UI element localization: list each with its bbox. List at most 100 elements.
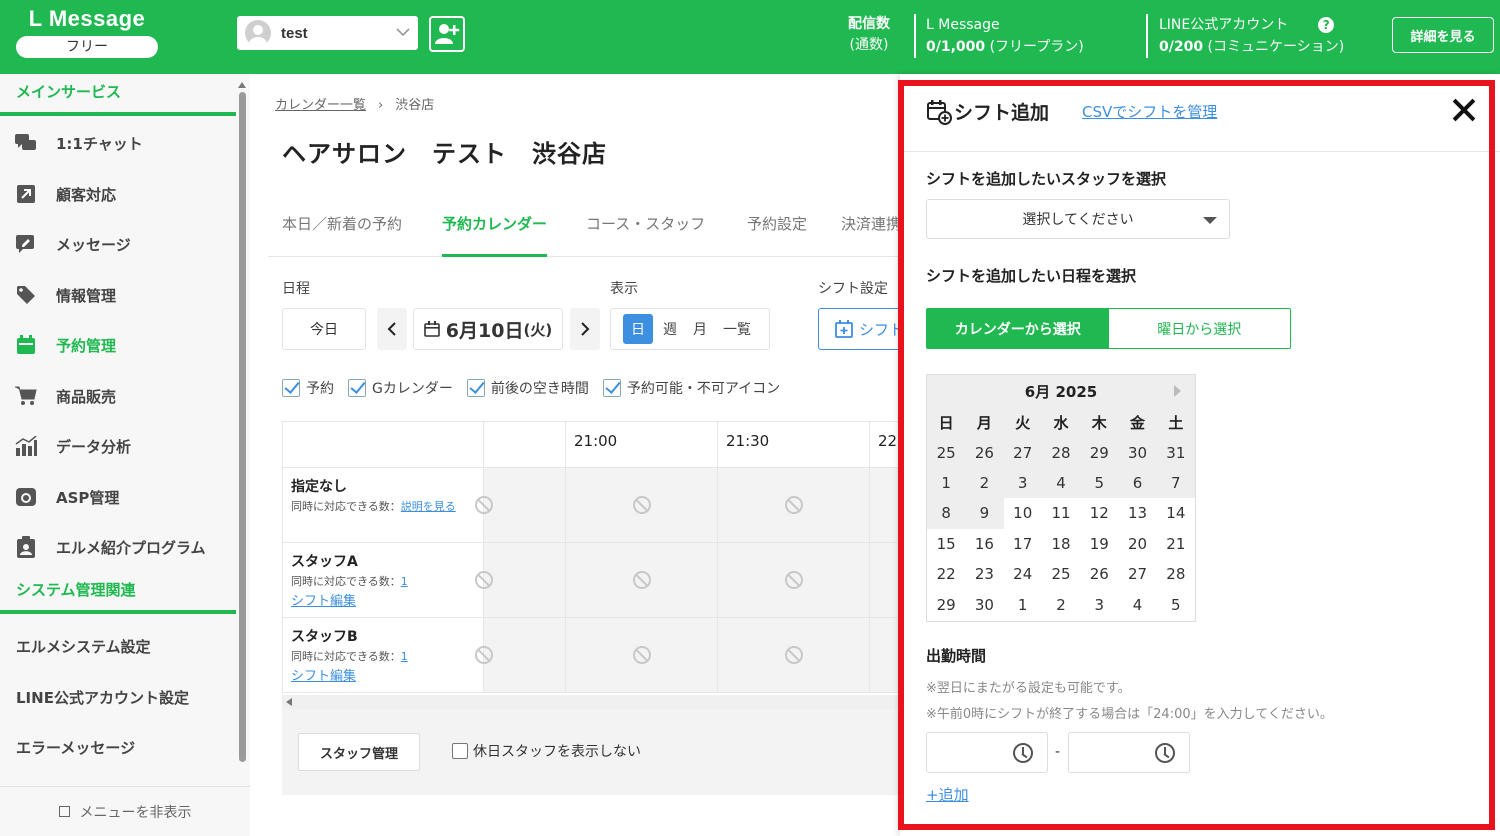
- calendar-day[interactable]: 26: [1080, 559, 1118, 589]
- calendar-day[interactable]: 4: [1118, 589, 1156, 619]
- add-time-link[interactable]: +追加: [926, 784, 969, 805]
- filter-buffer-time-checkbox[interactable]: 前後の空き時間: [466, 378, 589, 398]
- calendar-day[interactable]: 1: [1004, 589, 1042, 619]
- calendar-day[interactable]: 13: [1118, 498, 1156, 528]
- calendar-day[interactable]: 14: [1157, 498, 1195, 528]
- calendar-day[interactable]: 19: [1080, 529, 1118, 559]
- view-list-option[interactable]: 一覧: [723, 319, 751, 339]
- calendar-day[interactable]: 23: [965, 559, 1003, 589]
- scroll-up-icon[interactable]: [238, 82, 246, 88]
- capacity-value-link[interactable]: 1: [401, 650, 408, 663]
- calendar-day[interactable]: 17: [1004, 529, 1042, 559]
- sidebar-item-chat[interactable]: 1:1チャット: [0, 118, 236, 168]
- sidebar-item-system-settings[interactable]: エルメシステム設定: [0, 621, 236, 671]
- filter-availability-icon-checkbox[interactable]: 予約可能・不可アイコン: [602, 378, 780, 398]
- add-account-button[interactable]: [429, 16, 465, 52]
- time-slot[interactable]: [566, 468, 718, 543]
- date-picker-button[interactable]: 6月10日 (火): [413, 308, 563, 350]
- chevron-left-icon: [387, 322, 396, 336]
- breadcrumb-calendar-list[interactable]: カレンダー一覧: [275, 98, 366, 113]
- filter-gcalendar-checkbox[interactable]: Gカレンダー: [348, 378, 453, 398]
- capacity-text: 同時に対応できる数：説明を見る: [291, 498, 475, 514]
- prev-day-button[interactable]: [377, 308, 407, 350]
- view-week-option[interactable]: 週: [663, 319, 677, 339]
- time-slot[interactable]: [475, 543, 566, 618]
- sidebar-item-error-messages[interactable]: エラーメッセージ: [0, 722, 236, 772]
- calendar-day[interactable]: 16: [965, 529, 1003, 559]
- shift-add-button[interactable]: シフト: [818, 308, 908, 350]
- tab-payment[interactable]: 決済連携: [841, 199, 901, 257]
- mode-calendar-button[interactable]: カレンダーから選択: [927, 309, 1109, 348]
- tab-reservation-settings[interactable]: 予約設定: [747, 199, 807, 257]
- sidebar-scrollbar[interactable]: [238, 82, 247, 762]
- calendar-day[interactable]: 18: [1042, 529, 1080, 559]
- sidebar-item-asp[interactable]: ASP管理: [0, 472, 236, 522]
- view-day-option[interactable]: 日: [623, 314, 653, 344]
- filter-reservation-checkbox[interactable]: 予約: [282, 378, 334, 398]
- time-slot[interactable]: [475, 468, 566, 543]
- staff-select[interactable]: 選択してください: [926, 199, 1230, 239]
- sidebar-item-message[interactable]: メッセージ: [0, 219, 236, 269]
- help-icon[interactable]: ?: [1318, 17, 1335, 33]
- staff-management-button[interactable]: スタッフ管理: [298, 733, 420, 771]
- sidebar-item-referral[interactable]: エルメ紹介プログラム: [0, 522, 236, 572]
- next-day-button[interactable]: [570, 308, 600, 350]
- calendar-day[interactable]: 11: [1042, 498, 1080, 528]
- scroll-left-icon[interactable]: [286, 698, 292, 706]
- sidebar-item-customer[interactable]: 顧客対応: [0, 169, 236, 219]
- calendar-day[interactable]: 28: [1157, 559, 1195, 589]
- close-icon[interactable]: [1450, 96, 1478, 124]
- mode-weekday-button[interactable]: 曜日から選択: [1109, 309, 1291, 348]
- shift-edit-link[interactable]: シフト編集: [291, 590, 475, 609]
- tab-today[interactable]: 本日／新着の予約: [282, 199, 402, 257]
- tab-reservation-calendar[interactable]: 予約カレンダー: [442, 199, 548, 257]
- calendar-day[interactable]: 25: [1042, 559, 1080, 589]
- time-slot[interactable]: [566, 543, 718, 618]
- calendar-day[interactable]: 12: [1080, 498, 1118, 528]
- calendar-icon: [423, 321, 440, 337]
- calendar-day[interactable]: 22: [927, 559, 965, 589]
- time-slot[interactable]: [718, 618, 870, 693]
- calendar-day[interactable]: 15: [927, 529, 965, 559]
- calendar-day[interactable]: 2: [1042, 589, 1080, 619]
- sidebar-item-reservation[interactable]: 予約管理: [0, 320, 236, 370]
- see-explanation-link[interactable]: 説明を見る: [401, 500, 456, 513]
- calendar-day[interactable]: 29: [927, 589, 965, 619]
- divider: [1146, 14, 1148, 58]
- details-button[interactable]: 詳細を見る: [1392, 17, 1494, 53]
- calendar-day[interactable]: 10: [1004, 498, 1042, 528]
- sidebar-item-line-settings[interactable]: LINE公式アカウント設定: [0, 672, 236, 722]
- today-button[interactable]: 今日: [282, 308, 366, 350]
- time-slot[interactable]: [718, 543, 870, 618]
- plan-badge: フリー: [16, 36, 158, 58]
- capacity-value-link[interactable]: 1: [401, 575, 408, 588]
- account-select[interactable]: test: [237, 16, 418, 50]
- grid-horizontal-scrollbar[interactable]: [282, 695, 900, 709]
- checkbox-unchecked-icon: [452, 743, 468, 759]
- hide-holiday-label: 休日スタッフを表示しない: [473, 744, 641, 760]
- hide-menu-button[interactable]: メニューを非表示: [0, 786, 250, 836]
- calendar-day[interactable]: 3: [1080, 589, 1118, 619]
- shift-edit-link[interactable]: シフト編集: [291, 665, 475, 684]
- calendar-day[interactable]: 27: [1118, 559, 1156, 589]
- calendar-day[interactable]: 21: [1157, 529, 1195, 559]
- calendar-day[interactable]: 5: [1157, 589, 1195, 619]
- sidebar-item-analytics[interactable]: データ分析: [0, 421, 236, 471]
- view-month-option[interactable]: 月: [693, 319, 707, 339]
- time-slot[interactable]: [718, 468, 870, 543]
- sidebar-item-info[interactable]: 情報管理: [0, 270, 236, 320]
- end-time-input[interactable]: [1068, 732, 1190, 773]
- next-month-icon[interactable]: [1174, 385, 1181, 397]
- hide-holiday-staff-checkbox[interactable]: 休日スタッフを表示しない: [452, 741, 641, 761]
- logo[interactable]: L Message フリー: [16, 6, 158, 58]
- calendar-day[interactable]: 20: [1118, 529, 1156, 559]
- scrollbar-thumb[interactable]: [239, 92, 246, 762]
- tab-course-staff[interactable]: コース・スタッフ: [586, 199, 705, 257]
- time-slot[interactable]: [475, 618, 566, 693]
- sidebar-item-sales[interactable]: 商品販売: [0, 371, 236, 421]
- calendar-day[interactable]: 30: [965, 589, 1003, 619]
- time-slot[interactable]: [566, 618, 718, 693]
- calendar-day[interactable]: 24: [1004, 559, 1042, 589]
- start-time-input[interactable]: [926, 732, 1048, 773]
- csv-manage-link[interactable]: CSVでシフトを管理: [1082, 101, 1217, 122]
